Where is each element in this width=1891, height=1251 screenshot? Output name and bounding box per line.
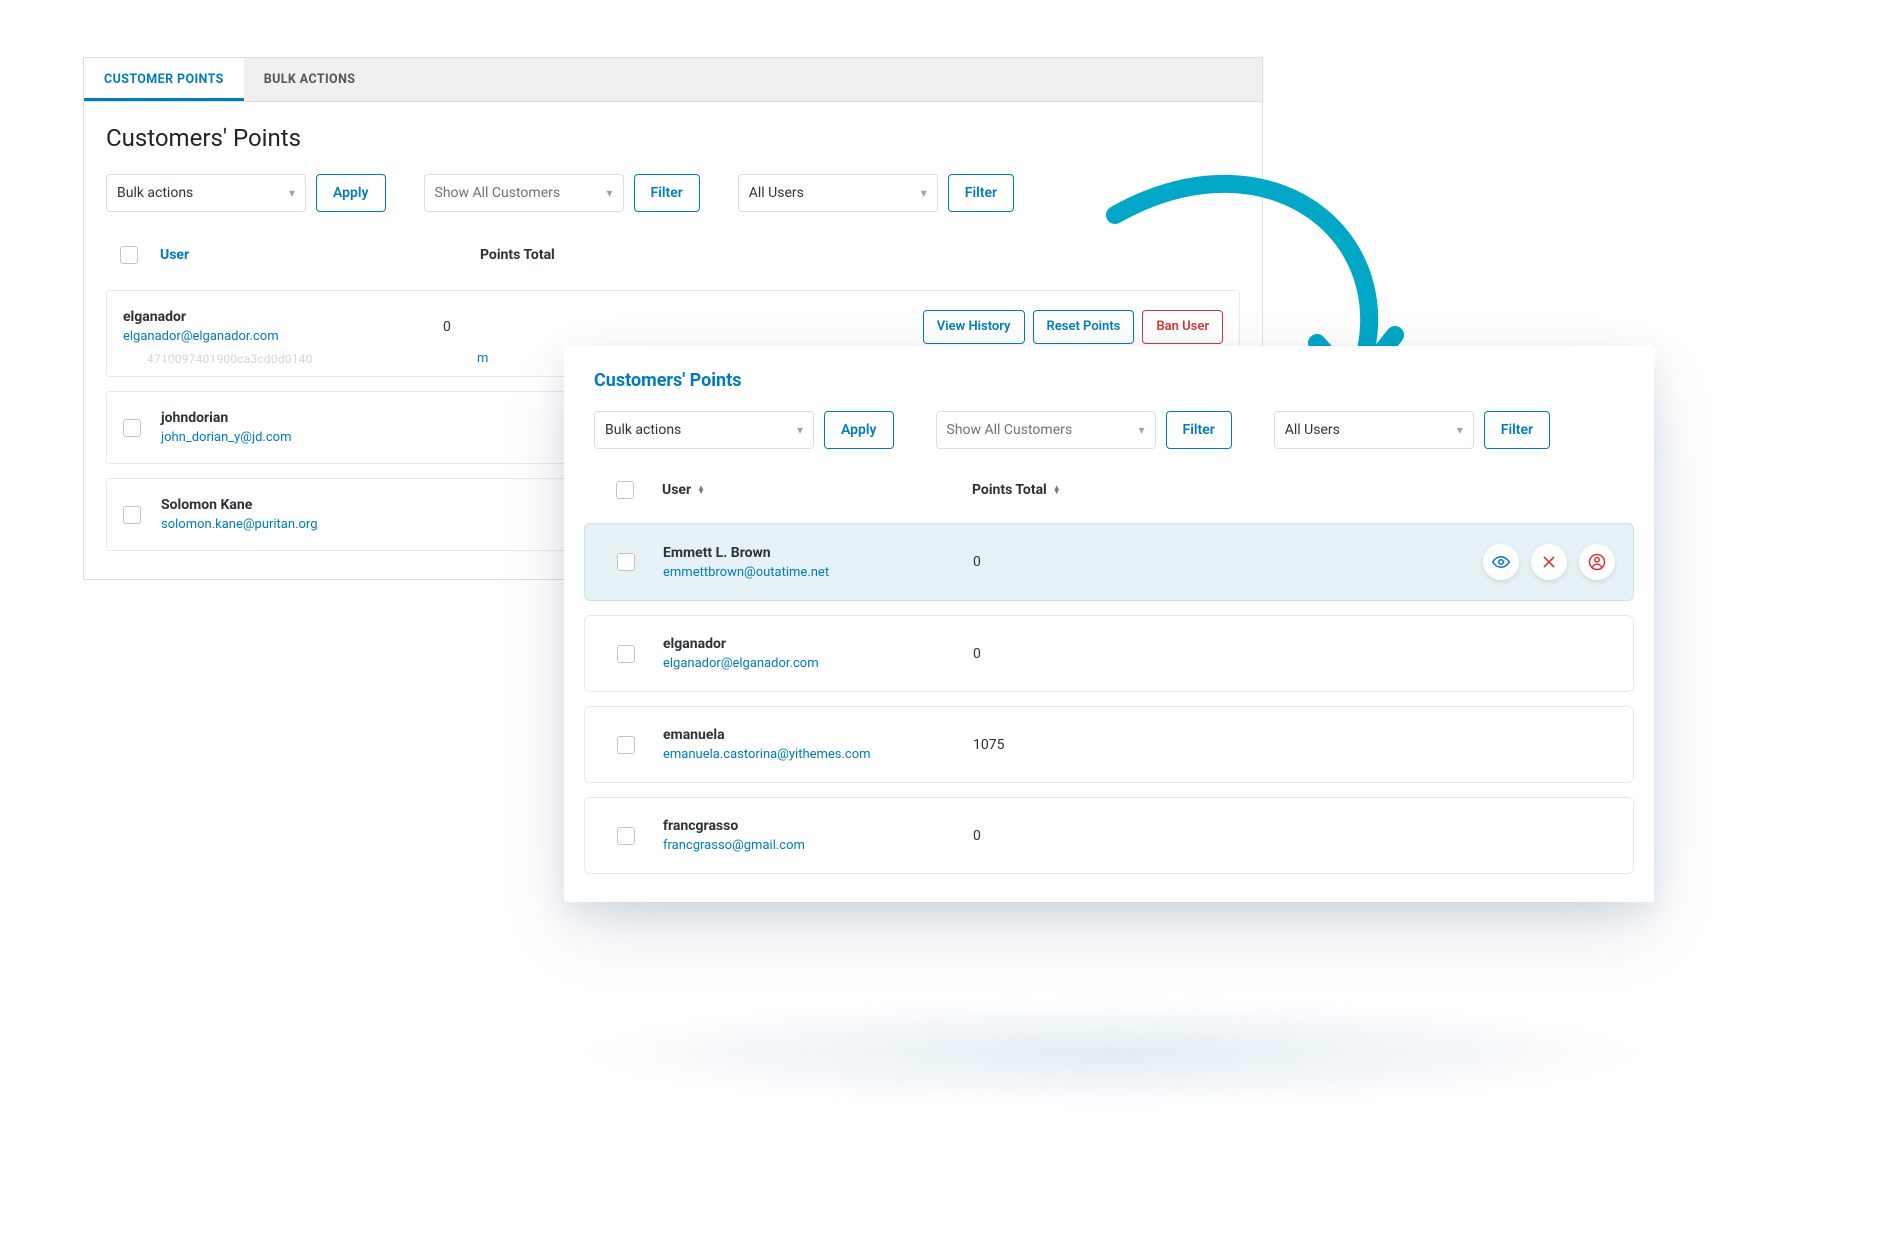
- tab-customer-points[interactable]: CUSTOMER POINTS: [84, 58, 244, 101]
- filter-customers-button[interactable]: Filter: [1166, 411, 1232, 449]
- chevron-down-icon: ▾: [606, 186, 612, 200]
- select-all-checkbox[interactable]: [120, 246, 138, 264]
- row-checkbox[interactable]: [123, 506, 141, 524]
- user-name: johndorian: [161, 410, 481, 426]
- bulk-actions-select[interactable]: Bulk actions ▾: [106, 174, 306, 212]
- tab-bulk-actions[interactable]: BULK ACTIONS: [244, 58, 376, 101]
- user-name: emanuela: [663, 727, 973, 743]
- users-filter-value: All Users: [749, 185, 804, 201]
- users-filter-select[interactable]: All Users ▾: [1274, 411, 1474, 449]
- points-value: 0: [973, 828, 1173, 844]
- ban-user-button[interactable]: Ban User: [1142, 310, 1223, 344]
- customers-filter-select[interactable]: Show All Customers ▾: [424, 174, 624, 212]
- user-name: Solomon Kane: [161, 497, 481, 513]
- user-email[interactable]: john_dorian_y@jd.com: [161, 430, 481, 445]
- user-email[interactable]: emanuela.castorina@yithemes.com: [663, 747, 973, 762]
- eye-icon: [1492, 553, 1510, 571]
- customers-filter-value: Show All Customers: [435, 185, 561, 201]
- tabs: CUSTOMER POINTS BULK ACTIONS: [84, 58, 1262, 102]
- row-checkbox[interactable]: [123, 419, 141, 437]
- user-name: francgrasso: [663, 818, 973, 834]
- sort-icon: ▲▼: [1053, 486, 1061, 494]
- bulk-actions-select-value: Bulk actions: [605, 422, 681, 438]
- user-email[interactable]: emmettbrown@outatime.net: [663, 565, 973, 580]
- view-history-button[interactable]: View History: [923, 310, 1025, 344]
- toolbar: Bulk actions ▾ Apply Show All Customers …: [84, 174, 1262, 234]
- page-title: Customers' Points: [564, 346, 1654, 401]
- row-actions: [1483, 544, 1615, 580]
- bulk-actions-select[interactable]: Bulk actions ▾: [594, 411, 814, 449]
- list-header: User Points Total: [106, 234, 1240, 276]
- user-ban-icon: [1588, 553, 1606, 571]
- col-user-label: User: [662, 482, 691, 498]
- filter-users-button[interactable]: Filter: [1484, 411, 1550, 449]
- bulk-actions-select-value: Bulk actions: [117, 185, 193, 201]
- row-actions: View History Reset Points Ban User: [923, 310, 1223, 344]
- row-checkbox[interactable]: [617, 645, 635, 663]
- artifact-text: 4710097401900ca3cd0d0140: [147, 352, 313, 366]
- apply-button[interactable]: Apply: [316, 174, 386, 212]
- select-all-checkbox[interactable]: [616, 481, 634, 499]
- close-icon: [1541, 554, 1557, 570]
- table-row[interactable]: elganador elganador@elganador.com0: [584, 615, 1634, 692]
- chevron-down-icon: ▾: [921, 186, 927, 200]
- artifact-text: m: [477, 351, 488, 366]
- shadow-glow: [560, 998, 1660, 1108]
- points-value: 0: [973, 554, 1173, 570]
- customers-list: Emmett L. Brownemmettbrown@outatime.net0…: [564, 523, 1654, 902]
- chevron-down-icon: ▾: [797, 423, 803, 437]
- customers-filter-value: Show All Customers: [947, 422, 1073, 438]
- col-user[interactable]: User ▲▼: [662, 482, 972, 498]
- apply-button[interactable]: Apply: [824, 411, 894, 449]
- user-name: elganador: [663, 636, 973, 652]
- reset-points-button[interactable]: [1531, 544, 1567, 580]
- filter-users-button[interactable]: Filter: [948, 174, 1014, 212]
- table-row[interactable]: Emmett L. Brown emmettbrown@outatime.net0: [584, 523, 1634, 601]
- row-checkbox[interactable]: [617, 827, 635, 845]
- ban-user-button[interactable]: [1579, 544, 1615, 580]
- row-checkbox[interactable]: [617, 736, 635, 754]
- user-email[interactable]: elganador@elganador.com: [663, 656, 973, 671]
- user-name: elganador: [123, 309, 443, 325]
- row-checkbox[interactable]: [617, 553, 635, 571]
- view-history-button[interactable]: [1483, 544, 1519, 580]
- col-user[interactable]: User: [160, 247, 480, 263]
- col-points[interactable]: Points Total ▲▼: [972, 482, 1061, 498]
- customers-points-panel-new: Customers' Points Bulk actions ▾ Apply S…: [564, 346, 1654, 902]
- chevron-down-icon: ▾: [1138, 423, 1144, 437]
- reset-points-button[interactable]: Reset Points: [1033, 310, 1135, 344]
- filter-customers-button[interactable]: Filter: [634, 174, 700, 212]
- points-value: 0: [973, 646, 1173, 662]
- list-header: User ▲▼ Points Total ▲▼: [564, 471, 1654, 509]
- toolbar: Bulk actions ▾ Apply Show All Customers …: [564, 401, 1654, 471]
- table-row[interactable]: francgrasso francgrasso@gmail.com0: [584, 797, 1634, 874]
- table-row[interactable]: emanuela emanuela.castorina@yithemes.com1…: [584, 706, 1634, 783]
- user-email[interactable]: elganador@elganador.com: [123, 329, 443, 344]
- chevron-down-icon: ▾: [289, 186, 295, 200]
- col-points-label: Points Total: [972, 482, 1047, 498]
- user-email[interactable]: solomon.kane@puritan.org: [161, 517, 481, 532]
- users-filter-value: All Users: [1285, 422, 1340, 438]
- user-name: Emmett L. Brown: [663, 545, 973, 561]
- chevron-down-icon: ▾: [1457, 423, 1463, 437]
- sort-icon: ▲▼: [697, 486, 705, 494]
- points-value: 0: [443, 319, 683, 335]
- user-email[interactable]: francgrasso@gmail.com: [663, 838, 973, 853]
- users-filter-select[interactable]: All Users ▾: [738, 174, 938, 212]
- customers-filter-select[interactable]: Show All Customers ▾: [936, 411, 1156, 449]
- page-title: Customers' Points: [106, 124, 1262, 152]
- col-points: Points Total: [480, 247, 555, 263]
- points-value: 1075: [973, 737, 1173, 753]
